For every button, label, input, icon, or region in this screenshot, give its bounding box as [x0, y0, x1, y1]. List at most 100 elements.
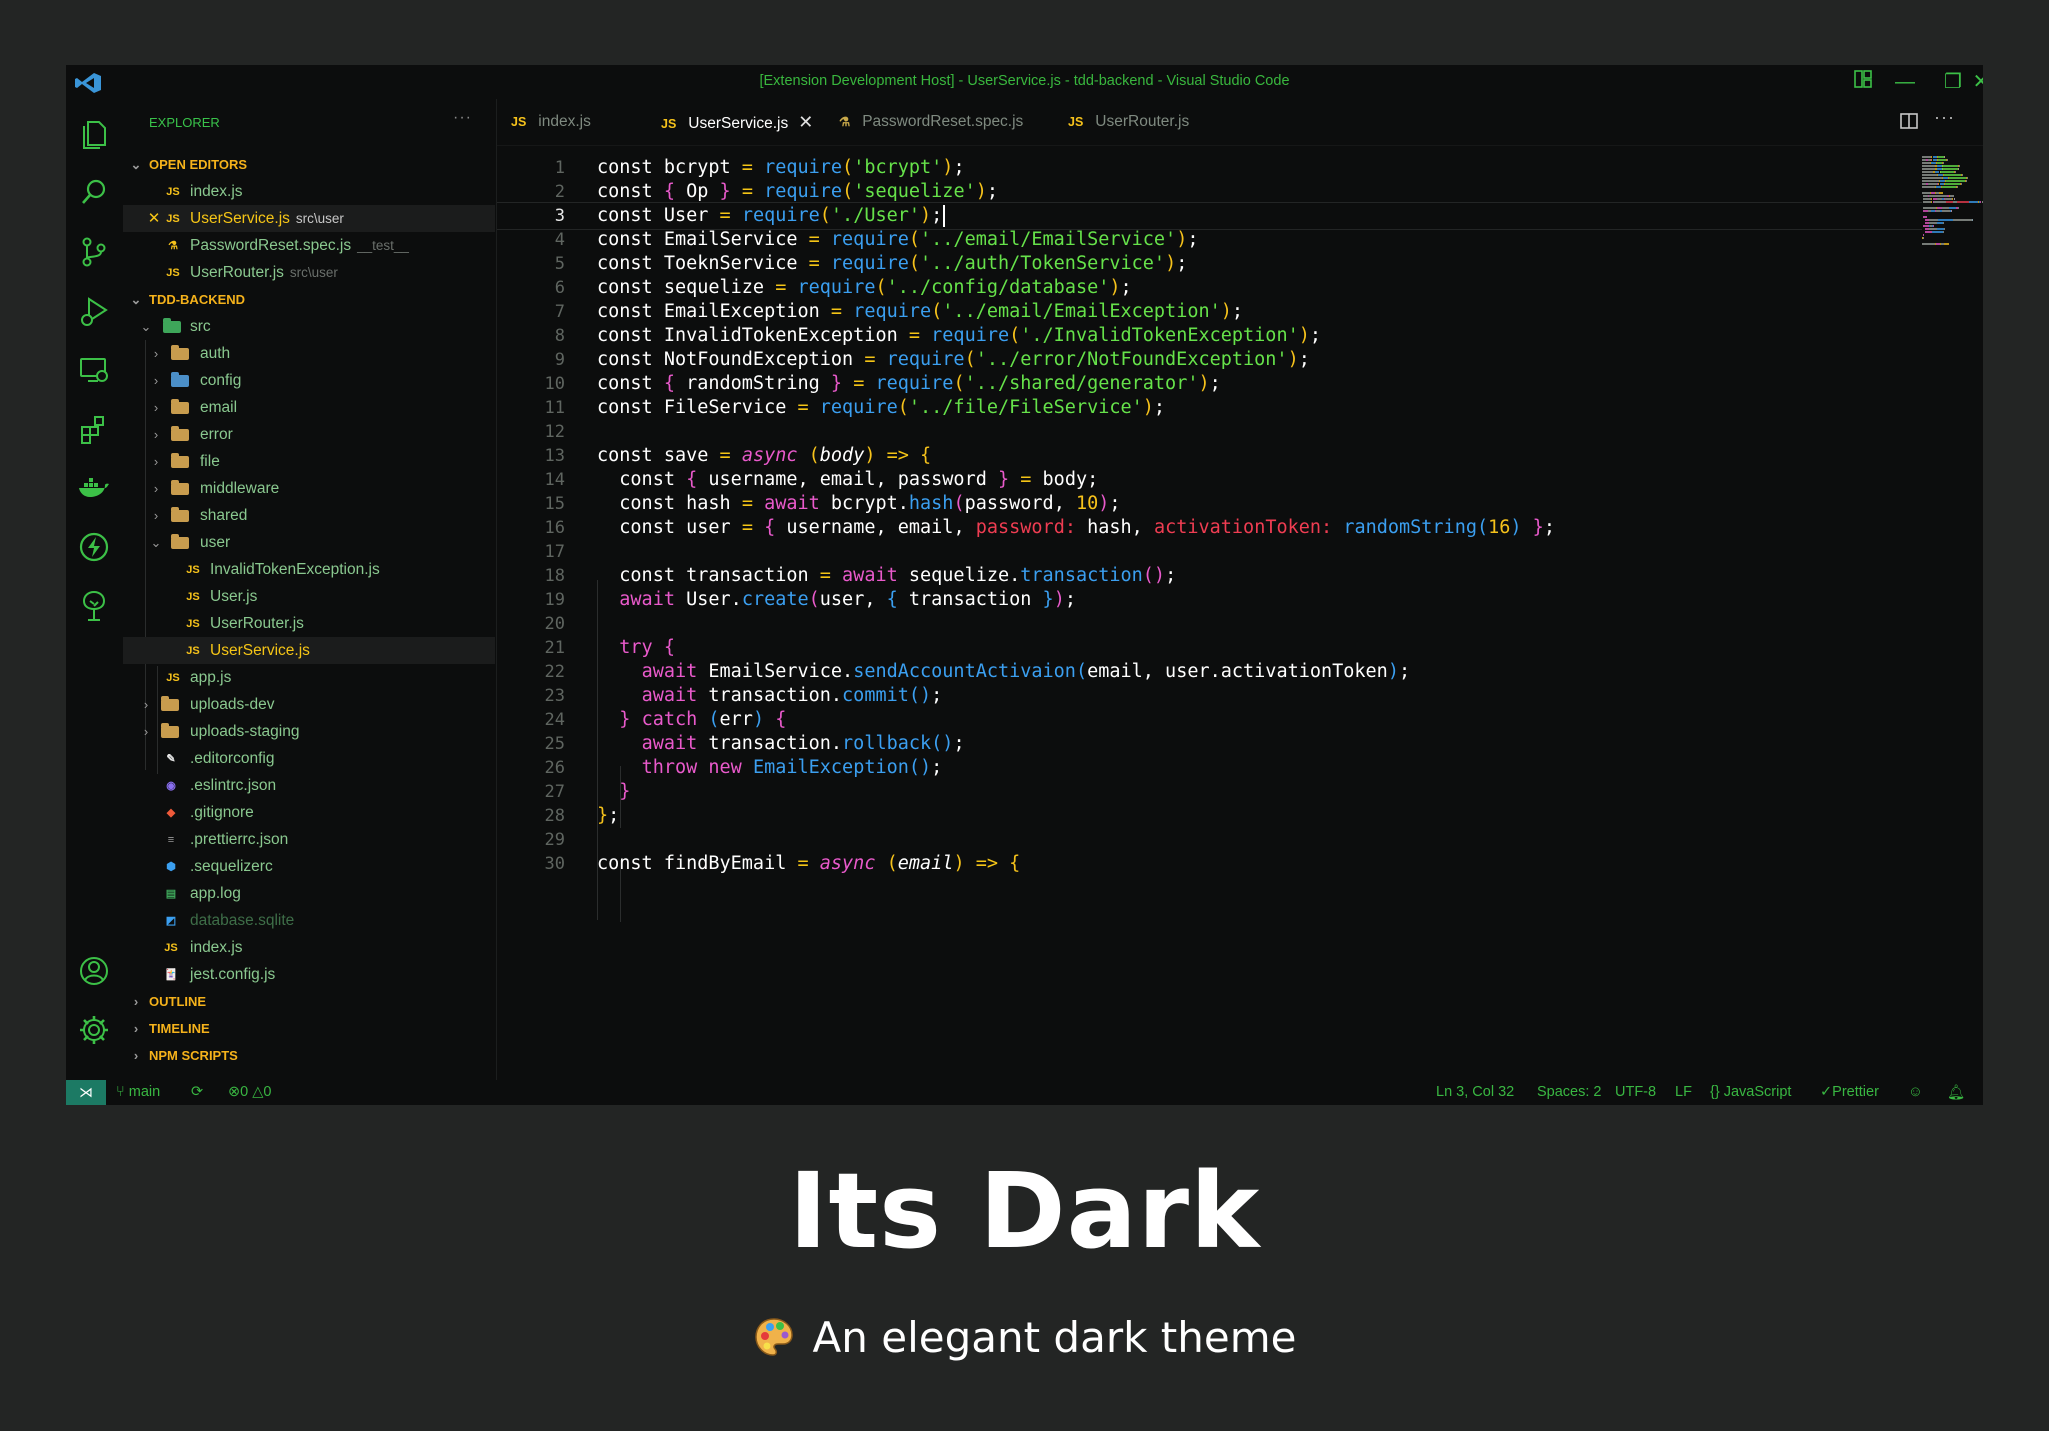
- branch-name: main: [128, 1084, 161, 1100]
- tab-label: UserRouter.js: [1095, 113, 1190, 130]
- folder-error[interactable]: › error: [123, 421, 495, 448]
- open-editor-userservice[interactable]: ✕ JS UserService.js src\user: [123, 205, 495, 232]
- more-actions-icon[interactable]: ···: [1934, 107, 1955, 128]
- tab-index-js[interactable]: JS index.js: [511, 99, 591, 145]
- settings-gear-icon[interactable]: [76, 1012, 112, 1048]
- remote-indicator-icon[interactable]: ⋊: [66, 1080, 106, 1105]
- tree-icon[interactable]: [76, 588, 112, 624]
- open-editor-userrouter[interactable]: JS UserRouter.js src\user: [123, 259, 495, 286]
- close-icon[interactable]: ✕: [1959, 69, 1983, 95]
- editorconfig-icon: ✎: [166, 753, 176, 765]
- folder-src[interactable]: ⌄ src: [123, 313, 495, 340]
- folder-uploads-dev[interactable]: › uploads-dev: [123, 691, 495, 718]
- minimap[interactable]: [1922, 156, 1983, 456]
- tab-userservice-js[interactable]: JS UserService.js ✕: [661, 99, 813, 145]
- end-of-line[interactable]: LF: [1675, 1084, 1692, 1100]
- problems-indicator[interactable]: ⊗0 △0: [228, 1084, 272, 1100]
- folder-file[interactable]: › file: [123, 448, 495, 475]
- minimap-mark: [1942, 165, 1959, 167]
- file-eslintrc[interactable]: ◉ .eslintrc.json: [123, 772, 495, 799]
- tab-close-icon[interactable]: ✕: [798, 112, 813, 132]
- code-editor[interactable]: 1 const bcrypt = require('bcrypt'); 2 const…: [497, 146, 1983, 1080]
- language-mode[interactable]: {} JavaScript: [1710, 1084, 1791, 1100]
- folder-middleware[interactable]: › middleware: [123, 475, 495, 502]
- minimap-mark: [1943, 231, 1944, 233]
- vscode-window: [Extension Development Host] - UserServi…: [66, 65, 1983, 1105]
- folder-uploads-staging[interactable]: › uploads-staging: [123, 718, 495, 745]
- line-number: 3: [554, 206, 565, 226]
- minimap-mark: [1926, 171, 1934, 173]
- outline-section[interactable]: › OUTLINE: [123, 988, 495, 1015]
- folder-config[interactable]: › config: [123, 367, 495, 394]
- code-text: const hash = await bcrypt.hash(password,…: [619, 493, 1121, 514]
- file-userrouter[interactable]: JS UserRouter.js: [123, 610, 495, 637]
- folder-user[interactable]: ⌄ user: [123, 529, 495, 556]
- minimize-icon[interactable]: —: [1883, 69, 1927, 95]
- close-icon[interactable]: ✕: [147, 205, 161, 232]
- minimap-mark: [1947, 243, 1949, 245]
- file-database-sqlite[interactable]: ◩ database.sqlite: [123, 907, 495, 934]
- minimap-mark: [1942, 192, 1944, 194]
- timeline-section[interactable]: › TIMELINE: [123, 1015, 495, 1042]
- sync-icon[interactable]: ⟳: [191, 1084, 203, 1100]
- source-control-icon[interactable]: [76, 234, 112, 270]
- run-debug-icon[interactable]: [76, 293, 112, 329]
- file-index-js[interactable]: JS index.js: [123, 934, 495, 961]
- open-editors-section[interactable]: ⌄ OPEN EDITORS: [123, 151, 495, 178]
- prettier-status[interactable]: ✓Prettier: [1820, 1084, 1879, 1100]
- layout-icon[interactable]: [1841, 69, 1885, 95]
- file-jest-config[interactable]: 🃏 jest.config.js: [123, 961, 495, 988]
- more-actions-icon[interactable]: ···: [453, 109, 472, 127]
- folder-auth[interactable]: › auth: [123, 340, 495, 367]
- remote-explorer-icon[interactable]: [76, 352, 112, 388]
- test-file-icon: ⚗: [839, 115, 851, 129]
- project-section[interactable]: ⌄ TDD-BACKEND: [123, 286, 495, 313]
- split-editor-icon[interactable]: [1899, 111, 1919, 136]
- minimap-mark: [1938, 219, 1953, 221]
- minimap-mark: [1960, 183, 1962, 185]
- file-app-js[interactable]: JS app.js: [123, 664, 495, 691]
- npm-scripts-section[interactable]: › NPM SCRIPTS: [123, 1042, 495, 1069]
- file-user[interactable]: JS User.js: [123, 583, 495, 610]
- folder-icon: [171, 399, 189, 414]
- file-userservice[interactable]: JS UserService.js: [123, 637, 495, 664]
- lightning-icon[interactable]: [76, 529, 112, 565]
- folder-shared[interactable]: › shared: [123, 502, 495, 529]
- search-icon[interactable]: [76, 175, 112, 211]
- activity-bar: [66, 99, 123, 1080]
- chevron-right-icon: ›: [153, 427, 159, 442]
- encoding[interactable]: UTF-8: [1615, 1084, 1656, 1100]
- notifications-bell-icon[interactable]: 🔔︎: [1947, 1084, 1965, 1101]
- account-icon[interactable]: [76, 953, 112, 989]
- window-title: [Extension Development Host] - UserServi…: [759, 73, 1290, 89]
- title-bar: [Extension Development Host] - UserServi…: [66, 65, 1983, 99]
- file-gitignore[interactable]: ◆ .gitignore: [123, 799, 495, 826]
- indentation[interactable]: Spaces: 2: [1537, 1084, 1602, 1100]
- js-file-icon: JS: [186, 618, 200, 630]
- tab-passwordreset-spec[interactable]: ⚗ PasswordReset.spec.js: [839, 99, 1023, 145]
- file-editorconfig[interactable]: ✎ .editorconfig: [123, 745, 495, 772]
- js-file-icon: JS: [511, 115, 527, 129]
- cursor-position[interactable]: Ln 3, Col 32: [1436, 1084, 1514, 1100]
- file-prettierrc[interactable]: ≡ .prettierrc.json: [123, 826, 495, 853]
- palette-icon: [754, 1318, 793, 1356]
- chevron-right-icon: ›: [153, 346, 159, 361]
- file-invalidtokenexception[interactable]: JS InvalidTokenException.js: [123, 556, 495, 583]
- minimap-mark: [1958, 168, 1960, 170]
- docker-icon[interactable]: [76, 470, 112, 506]
- file-app-log[interactable]: ▤ app.log: [123, 880, 495, 907]
- line-number: 11: [544, 398, 565, 418]
- open-editor-index[interactable]: JS index.js: [123, 178, 495, 205]
- code-text: const bcrypt = require('bcrypt');: [597, 157, 965, 178]
- open-editor-passwordreset[interactable]: ⚗ PasswordReset.spec.js __test__: [123, 232, 495, 259]
- code-text: } catch (err) {: [619, 709, 787, 730]
- tab-userrouter-js[interactable]: JS UserRouter.js: [1068, 99, 1189, 145]
- line-number: 25: [544, 734, 565, 754]
- files-icon[interactable]: [76, 116, 112, 152]
- feedback-icon[interactable]: ☺: [1908, 1084, 1923, 1100]
- extensions-icon[interactable]: [76, 411, 112, 447]
- chevron-right-icon: ›: [153, 508, 159, 523]
- branch-indicator[interactable]: ⑂ main: [116, 1084, 160, 1100]
- folder-email[interactable]: › email: [123, 394, 495, 421]
- file-sequelizerc[interactable]: ⬢ .sequelizerc: [123, 853, 495, 880]
